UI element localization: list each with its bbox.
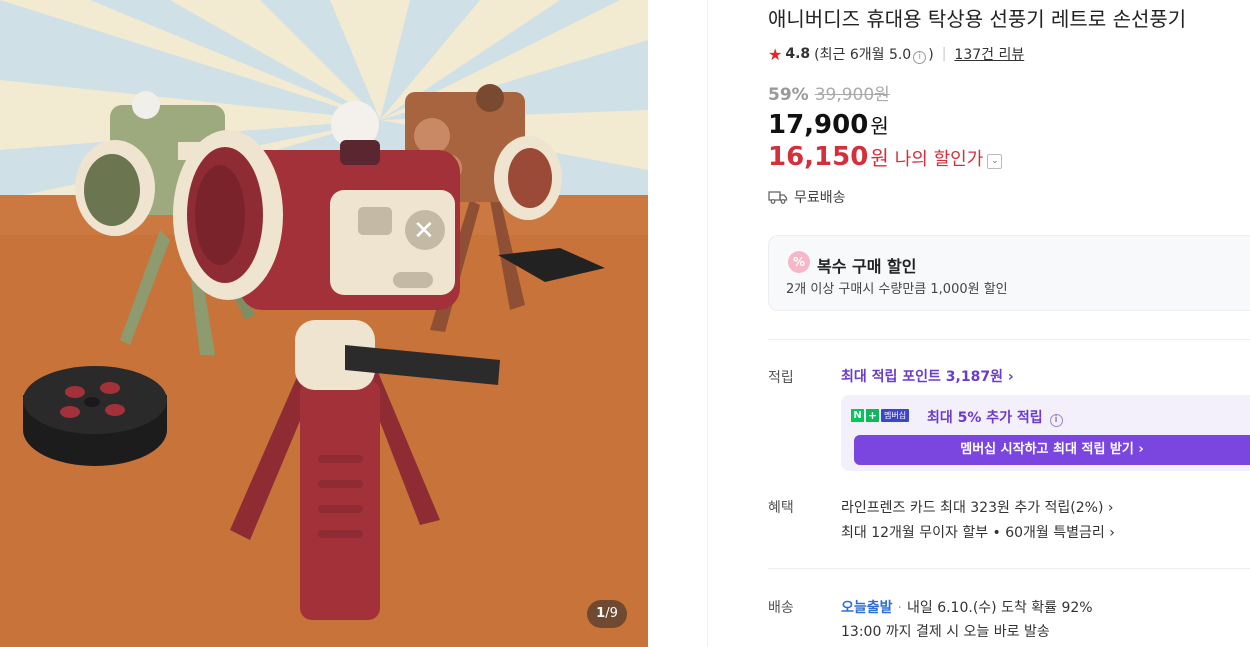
delivery-info: 오늘출발 · 내일 6.10.(수) 도착 확률 92%: [841, 600, 1093, 616]
membership-box: N + 멤버십 최대 5% 추가 적립 i 멤버십 시작하고 최대 적립 받기 ›: [841, 395, 1250, 471]
original-price: 39,900원: [814, 85, 890, 105]
discount-row: 59% 39,900원: [768, 80, 890, 105]
product-photo: ✕: [0, 0, 648, 647]
image-page-counter[interactable]: 1/9: [587, 600, 627, 628]
review-link[interactable]: 137건 리뷰: [954, 44, 1024, 64]
price-unit: 원: [870, 114, 889, 138]
svg-text:✕: ✕: [413, 216, 435, 246]
truck-icon: [768, 191, 788, 204]
rating-detail: (최근 6개월 5.0 i): [814, 47, 934, 64]
percent-icon: %: [788, 251, 810, 273]
arrival-estimate: 내일 6.10.(수) 도착 확률 92%: [906, 600, 1093, 616]
separator: |: [941, 46, 947, 62]
rating-row: ★ 4.8 (최근 6개월 5.0 i) | 137건 리뷰: [768, 44, 1024, 64]
discount-percent: 59%: [768, 85, 809, 105]
membership-text: 최대 5% 추가 적립 i: [927, 407, 1065, 427]
dispatch-note: 13:00 까지 결제 시 오늘 바로 발송: [841, 624, 1050, 640]
info-icon[interactable]: i: [913, 51, 927, 64]
my-price-value: 16,150: [768, 142, 869, 172]
points-label: 적립: [768, 370, 794, 386]
benefits-label: 혜택: [768, 500, 794, 516]
naver-plus-badge: N + 멤버십: [851, 409, 910, 422]
max-points-link[interactable]: 최대 적립 포인트 3,187원 ›: [841, 366, 1014, 386]
card-benefit-link[interactable]: 라인프렌즈 카드 최대 323원 추가 적립(2%) ›: [841, 497, 1113, 517]
bulk-desc: 2개 이상 구매시 수량만큼 1,000원 할인: [786, 282, 1008, 297]
my-discount-price[interactable]: 16,150 원 나의 할인가 ⌄: [768, 142, 1003, 172]
divider: [768, 339, 1250, 340]
price-value: 17,900: [768, 110, 869, 140]
rating-score: 4.8: [785, 46, 811, 62]
my-price-label: 나의 할인가: [894, 149, 984, 170]
bulk-title: 복수 구매 할인: [817, 257, 917, 276]
today-departure-badge: 오늘출발: [841, 600, 893, 616]
membership-start-button[interactable]: 멤버십 시작하고 최대 적립 받기 ›: [854, 435, 1250, 465]
star-icon: ★: [768, 44, 783, 64]
shipping-text: 무료배송: [794, 190, 846, 206]
shipping-row: 무료배송: [768, 187, 846, 207]
product-info-panel: 애니버디즈 휴대용 탁상용 선풍기 레트로 손선풍기 ★ 4.8 (최근 6개월…: [768, 0, 1250, 647]
info-icon[interactable]: i: [1049, 414, 1063, 427]
product-image[interactable]: ✕ 1/9: [0, 0, 648, 647]
product-title: 애니버디즈 휴대용 탁상용 선풍기 레트로 손선풍기: [768, 7, 1187, 31]
my-price-unit: 원: [870, 146, 889, 170]
divider: [768, 568, 1250, 569]
chevron-down-icon[interactable]: ⌄: [987, 154, 1003, 169]
bulk-discount-box: % 복수 구매 할인 2개 이상 구매시 수량만큼 1,000원 할인: [768, 235, 1250, 311]
delivery-label: 배송: [768, 600, 794, 616]
installment-benefit-link[interactable]: 최대 12개월 무이자 할부 • 60개월 특별금리 ›: [841, 522, 1115, 542]
sale-price: 17,900 원: [768, 110, 889, 140]
panel-divider: [707, 0, 708, 647]
